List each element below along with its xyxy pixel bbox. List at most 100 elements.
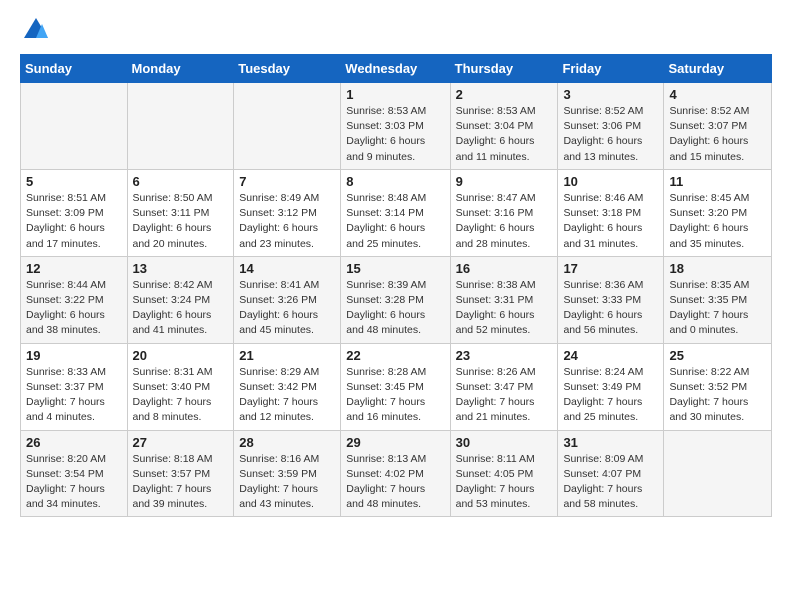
calendar-cell: 6Sunrise: 8:50 AM Sunset: 3:11 PM Daylig…: [127, 169, 234, 256]
day-number: 9: [456, 174, 553, 189]
calendar-cell: 17 Sunrise: 8:36 AM Sunset: 3:33 PM Dayli…: [558, 256, 664, 343]
calendar-cell: 31 Sunrise: 8:09 AM Sunset: 4:07 PM Dayli…: [558, 430, 664, 517]
day-info: Sunrise: 8:24 AM Sunset: 3:49 PM Dayligh…: [563, 365, 658, 426]
day-info: Sunrise: 8:53 AM Sunset: 3:04 PM Dayligh…: [456, 104, 553, 165]
day-number: 30: [456, 435, 553, 450]
day-number: 19: [26, 348, 122, 363]
day-number: 5: [26, 174, 122, 189]
day-number: 8: [346, 174, 444, 189]
day-info: Sunrise: 8:18 AM Sunset: 3:57 PM Dayligh…: [133, 452, 229, 513]
week-row-3: 12 Sunrise: 8:44 AM Sunset: 3:22 PM Dayli…: [21, 256, 772, 343]
calendar-table: SundayMondayTuesdayWednesdayThursdayFrid…: [20, 54, 772, 517]
day-number: 18: [669, 261, 766, 276]
day-number: 31: [563, 435, 658, 450]
day-info: Sunrise: 8:41 AM Sunset: 3:26 PM Dayligh…: [239, 278, 335, 339]
day-info: Sunrise: 8:26 AM Sunset: 3:47 PM Dayligh…: [456, 365, 553, 426]
day-number: 15: [346, 261, 444, 276]
week-row-5: 26Sunrise: 8:20 AM Sunset: 3:54 PM Dayli…: [21, 430, 772, 517]
day-info: Sunrise: 8:38 AM Sunset: 3:31 PM Dayligh…: [456, 278, 553, 339]
calendar-cell: 27 Sunrise: 8:18 AM Sunset: 3:57 PM Dayli…: [127, 430, 234, 517]
week-row-4: 19 Sunrise: 8:33 AM Sunset: 3:37 PM Dayli…: [21, 343, 772, 430]
calendar-cell: 11 Sunrise: 8:45 AM Sunset: 3:20 PM Dayli…: [664, 169, 772, 256]
day-number: 16: [456, 261, 553, 276]
day-info: Sunrise: 8:13 AM Sunset: 4:02 PM Dayligh…: [346, 452, 444, 513]
calendar-cell: [127, 83, 234, 170]
day-number: 11: [669, 174, 766, 189]
day-info: Sunrise: 8:31 AM Sunset: 3:40 PM Dayligh…: [133, 365, 229, 426]
header-day-sunday: Sunday: [21, 55, 128, 83]
day-number: 27: [133, 435, 229, 450]
day-number: 12: [26, 261, 122, 276]
day-info: Sunrise: 8:39 AM Sunset: 3:28 PM Dayligh…: [346, 278, 444, 339]
logo: [20, 16, 50, 44]
header-day-wednesday: Wednesday: [341, 55, 450, 83]
day-info: Sunrise: 8:36 AM Sunset: 3:33 PM Dayligh…: [563, 278, 658, 339]
day-number: 10: [563, 174, 658, 189]
calendar-cell: [234, 83, 341, 170]
day-number: 25: [669, 348, 766, 363]
week-row-1: 1 Sunrise: 8:53 AM Sunset: 3:03 PM Daylig…: [21, 83, 772, 170]
header-day-thursday: Thursday: [450, 55, 558, 83]
calendar-cell: 8Sunrise: 8:48 AM Sunset: 3:14 PM Daylig…: [341, 169, 450, 256]
day-number: 13: [133, 261, 229, 276]
day-number: 4: [669, 87, 766, 102]
calendar-cell: 9 Sunrise: 8:47 AM Sunset: 3:16 PM Daylig…: [450, 169, 558, 256]
day-info: Sunrise: 8:42 AM Sunset: 3:24 PM Dayligh…: [133, 278, 229, 339]
week-row-2: 5 Sunrise: 8:51 AM Sunset: 3:09 PM Daylig…: [21, 169, 772, 256]
day-info: Sunrise: 8:28 AM Sunset: 3:45 PM Dayligh…: [346, 365, 444, 426]
calendar-cell: 2 Sunrise: 8:53 AM Sunset: 3:04 PM Daylig…: [450, 83, 558, 170]
calendar-cell: [664, 430, 772, 517]
calendar-cell: 24 Sunrise: 8:24 AM Sunset: 3:49 PM Dayli…: [558, 343, 664, 430]
day-number: 22: [346, 348, 444, 363]
day-info: Sunrise: 8:09 AM Sunset: 4:07 PM Dayligh…: [563, 452, 658, 513]
day-info: Sunrise: 8:52 AM Sunset: 3:06 PM Dayligh…: [563, 104, 658, 165]
day-number: 23: [456, 348, 553, 363]
calendar-cell: 4Sunrise: 8:52 AM Sunset: 3:07 PM Daylig…: [664, 83, 772, 170]
day-info: Sunrise: 8:33 AM Sunset: 3:37 PM Dayligh…: [26, 365, 122, 426]
day-info: Sunrise: 8:22 AM Sunset: 3:52 PM Dayligh…: [669, 365, 766, 426]
calendar-cell: 26Sunrise: 8:20 AM Sunset: 3:54 PM Dayli…: [21, 430, 128, 517]
day-number: 28: [239, 435, 335, 450]
day-number: 2: [456, 87, 553, 102]
day-info: Sunrise: 8:46 AM Sunset: 3:18 PM Dayligh…: [563, 191, 658, 252]
day-info: Sunrise: 8:53 AM Sunset: 3:03 PM Dayligh…: [346, 104, 444, 165]
day-number: 3: [563, 87, 658, 102]
calendar-cell: 14 Sunrise: 8:41 AM Sunset: 3:26 PM Dayli…: [234, 256, 341, 343]
calendar-cell: 28 Sunrise: 8:16 AM Sunset: 3:59 PM Dayli…: [234, 430, 341, 517]
calendar-cell: 29 Sunrise: 8:13 AM Sunset: 4:02 PM Dayli…: [341, 430, 450, 517]
calendar-cell: 30Sunrise: 8:11 AM Sunset: 4:05 PM Dayli…: [450, 430, 558, 517]
page: SundayMondayTuesdayWednesdayThursdayFrid…: [0, 0, 792, 533]
day-number: 29: [346, 435, 444, 450]
day-info: Sunrise: 8:47 AM Sunset: 3:16 PM Dayligh…: [456, 191, 553, 252]
day-info: Sunrise: 8:45 AM Sunset: 3:20 PM Dayligh…: [669, 191, 766, 252]
day-info: Sunrise: 8:51 AM Sunset: 3:09 PM Dayligh…: [26, 191, 122, 252]
logo-icon: [22, 16, 50, 44]
calendar-cell: [21, 83, 128, 170]
calendar-cell: 3 Sunrise: 8:52 AM Sunset: 3:06 PM Daylig…: [558, 83, 664, 170]
day-info: Sunrise: 8:50 AM Sunset: 3:11 PM Dayligh…: [133, 191, 229, 252]
calendar-cell: 7Sunrise: 8:49 AM Sunset: 3:12 PM Daylig…: [234, 169, 341, 256]
calendar-cell: 20 Sunrise: 8:31 AM Sunset: 3:40 PM Dayli…: [127, 343, 234, 430]
day-info: Sunrise: 8:44 AM Sunset: 3:22 PM Dayligh…: [26, 278, 122, 339]
calendar-cell: 23 Sunrise: 8:26 AM Sunset: 3:47 PM Dayli…: [450, 343, 558, 430]
calendar-cell: 12 Sunrise: 8:44 AM Sunset: 3:22 PM Dayli…: [21, 256, 128, 343]
day-info: Sunrise: 8:16 AM Sunset: 3:59 PM Dayligh…: [239, 452, 335, 513]
header-day-friday: Friday: [558, 55, 664, 83]
day-info: Sunrise: 8:49 AM Sunset: 3:12 PM Dayligh…: [239, 191, 335, 252]
calendar-cell: 18Sunrise: 8:35 AM Sunset: 3:35 PM Dayli…: [664, 256, 772, 343]
day-number: 24: [563, 348, 658, 363]
header-day-saturday: Saturday: [664, 55, 772, 83]
day-number: 14: [239, 261, 335, 276]
day-number: 17: [563, 261, 658, 276]
calendar-cell: 15 Sunrise: 8:39 AM Sunset: 3:28 PM Dayli…: [341, 256, 450, 343]
day-number: 1: [346, 87, 444, 102]
day-number: 26: [26, 435, 122, 450]
day-number: 21: [239, 348, 335, 363]
calendar-cell: 16 Sunrise: 8:38 AM Sunset: 3:31 PM Dayli…: [450, 256, 558, 343]
calendar-cell: 21Sunrise: 8:29 AM Sunset: 3:42 PM Dayli…: [234, 343, 341, 430]
day-number: 20: [133, 348, 229, 363]
calendar-cell: 10 Sunrise: 8:46 AM Sunset: 3:18 PM Dayli…: [558, 169, 664, 256]
calendar-cell: 22 Sunrise: 8:28 AM Sunset: 3:45 PM Dayli…: [341, 343, 450, 430]
header: [20, 16, 772, 44]
calendar-cell: 19 Sunrise: 8:33 AM Sunset: 3:37 PM Dayli…: [21, 343, 128, 430]
